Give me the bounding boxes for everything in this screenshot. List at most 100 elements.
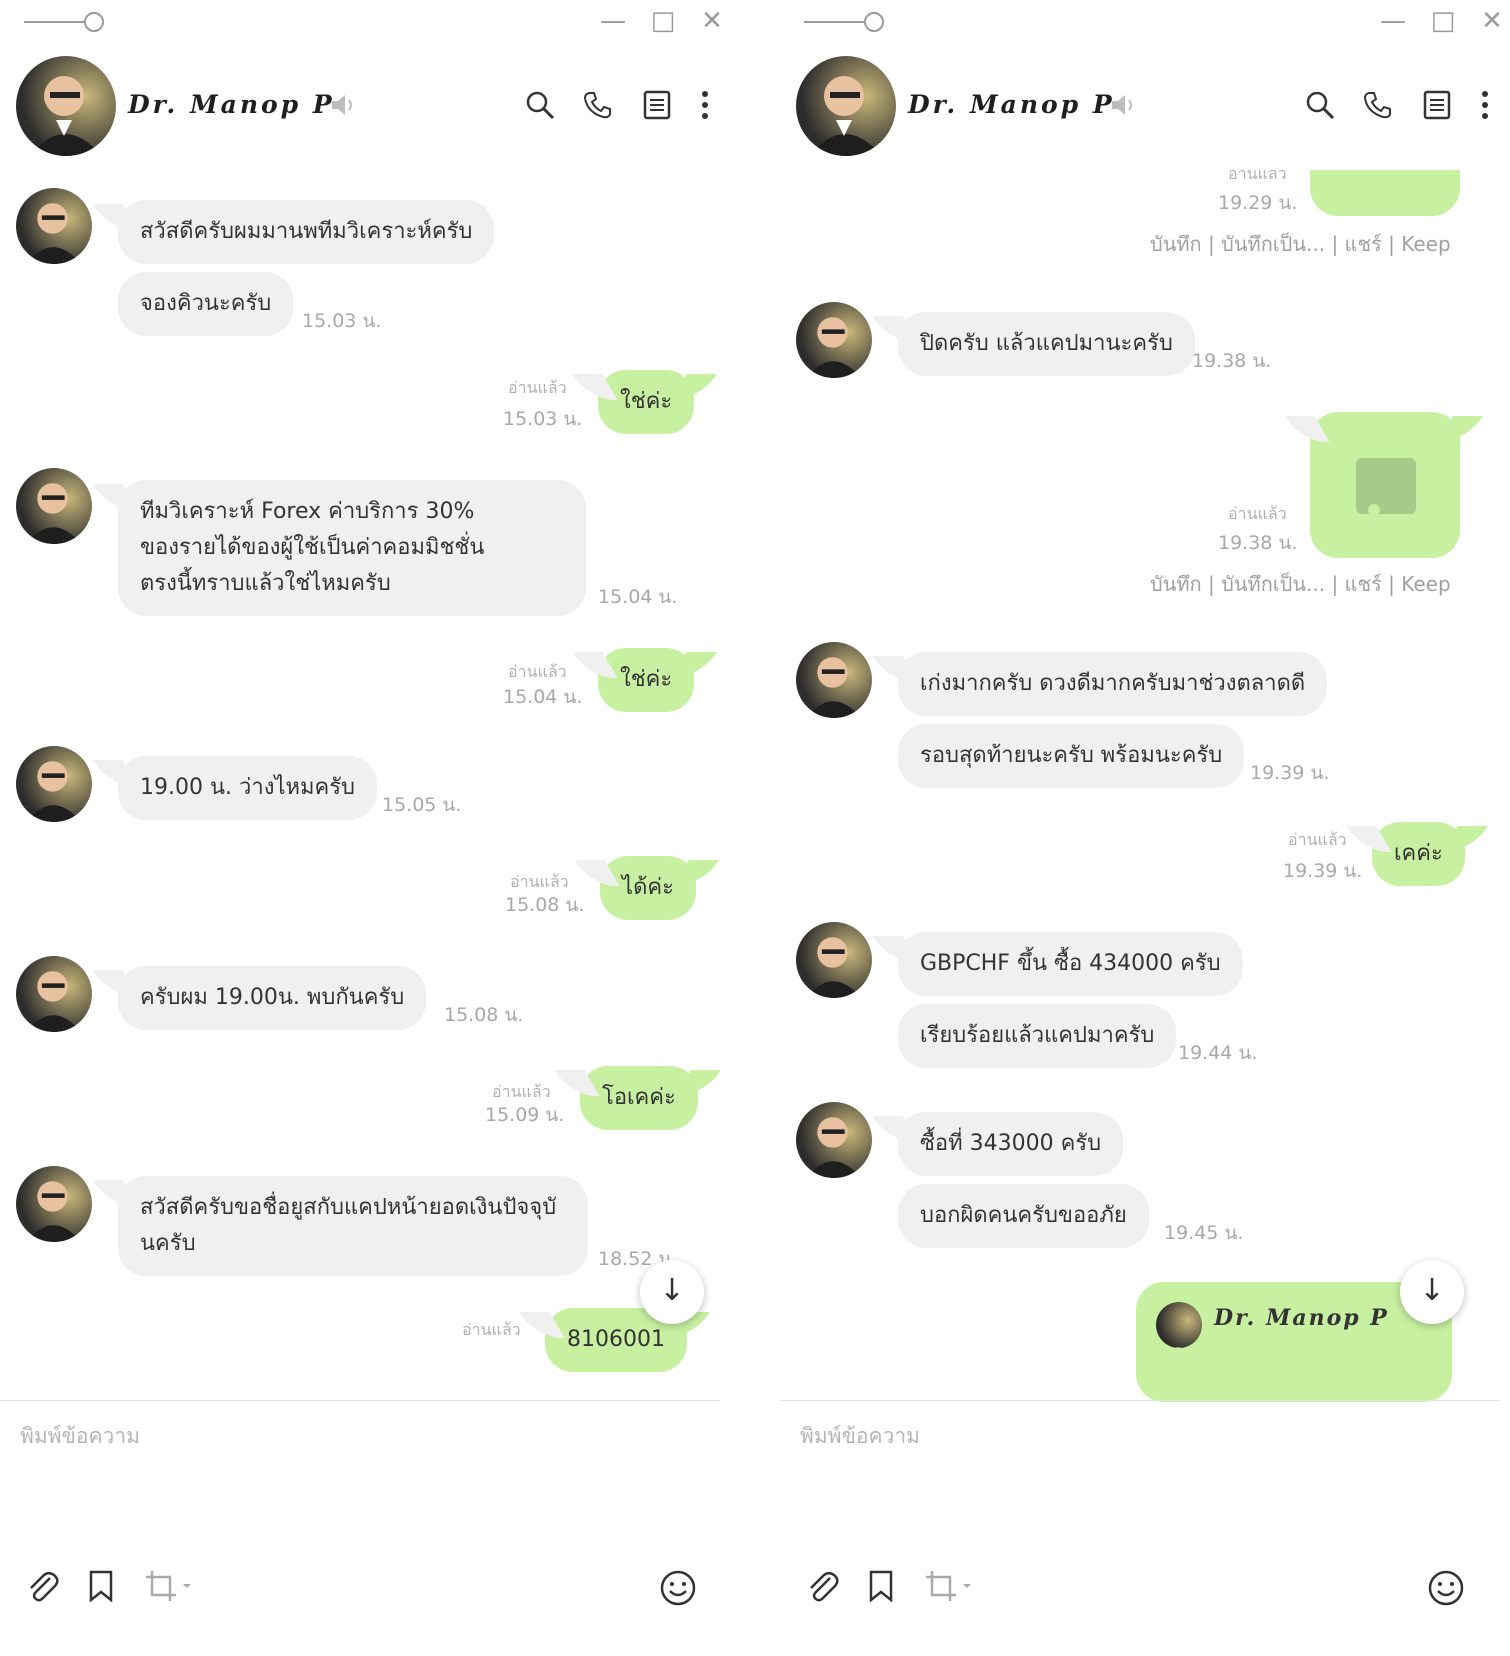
message-bubble-mine[interactable]: ใช่ค่ะ xyxy=(598,370,695,434)
read-receipt: อ่านแล้ว xyxy=(508,378,567,397)
message-bubble-mine[interactable]: ได้ค่ะ xyxy=(600,856,696,920)
message-bubble[interactable]: เก่งมากครับ ดวงดีมากครับมาช่วงตลาดดี xyxy=(898,652,1328,716)
message-bubble[interactable]: ทีมวิเคราะห์ Forex ค่าบริการ 30% ของรายไ… xyxy=(118,480,586,616)
message-input[interactable]: พิมพ์ข้อความ xyxy=(800,1420,920,1453)
sender-avatar[interactable] xyxy=(16,188,92,264)
message-list[interactable]: สวัสดีครับผมมานพทีมวิเคราะห์ครับ จองคิวน… xyxy=(0,170,745,1410)
message-bubble[interactable]: สวัสดีครับขอชื่อยูสกับแคปหน้ายอดเงินปัจจ… xyxy=(118,1176,588,1276)
save-action[interactable]: บันทึก xyxy=(1150,572,1202,596)
message-bubble[interactable]: ซื้อที่ 343000 ครับ xyxy=(898,1112,1124,1176)
bookmark-icon[interactable] xyxy=(868,1570,894,1606)
crop-icon[interactable] xyxy=(925,1570,973,1608)
message-time: 15.08 น. xyxy=(444,1004,524,1026)
maximize-button[interactable]: □ xyxy=(1428,6,1458,36)
message-bubble[interactable]: รอบสุดท้ายนะครับ พร้อมนะครับ xyxy=(898,724,1245,788)
shared-contact-avatar xyxy=(1156,1302,1202,1348)
notes-icon[interactable] xyxy=(1423,90,1451,124)
more-icon[interactable] xyxy=(700,90,710,124)
scroll-to-bottom-button[interactable]: ↓ xyxy=(1400,1260,1464,1324)
emoji-icon[interactable] xyxy=(660,1570,696,1610)
contact-name[interactable]: Dr. Manop P xyxy=(128,90,335,119)
search-icon[interactable] xyxy=(525,90,555,124)
action-separator: | xyxy=(1388,232,1395,256)
message-bubble[interactable]: GBPCHF ขึ้น ซื้อ 434000 ครับ xyxy=(898,932,1243,996)
sender-avatar[interactable] xyxy=(796,922,872,998)
sender-avatar[interactable] xyxy=(796,1102,872,1178)
paperclip-icon[interactable] xyxy=(806,1570,840,1608)
minimize-button[interactable]: — xyxy=(1378,6,1408,36)
sender-avatar[interactable] xyxy=(796,642,872,718)
message-bubble[interactable]: 19.00 น. ว่างไหมครับ xyxy=(118,756,378,820)
emoji-icon[interactable] xyxy=(1428,1570,1464,1610)
message-time: 19.45 น. xyxy=(1164,1222,1244,1244)
message-bubble[interactable]: สวัสดีครับผมมานพทีมวิเคราะห์ครับ xyxy=(118,200,495,264)
save-as-action[interactable]: บันทึกเป็น... xyxy=(1221,572,1325,596)
arrow-down-icon: ↓ xyxy=(1419,1273,1445,1308)
contact-avatar[interactable] xyxy=(16,56,116,156)
read-receipt: อ่านแล้ว xyxy=(1228,504,1287,523)
sender-avatar[interactable] xyxy=(16,468,92,544)
message-time: 15.04 น. xyxy=(503,686,583,708)
save-action[interactable]: บันทึก xyxy=(1150,232,1202,256)
action-separator: | xyxy=(1208,572,1215,596)
opacity-slider-track[interactable] xyxy=(804,21,864,23)
read-receipt: อ่านแล้ว xyxy=(1288,830,1347,849)
action-separator: | xyxy=(1388,572,1395,596)
close-button[interactable]: ✕ xyxy=(1477,6,1507,36)
message-time: 15.05 น. xyxy=(382,794,462,816)
save-as-action[interactable]: บันทึกเป็น... xyxy=(1221,232,1325,256)
message-time: 19.38 น. xyxy=(1218,532,1298,554)
share-action[interactable]: แชร์ xyxy=(1345,572,1382,596)
opacity-slider-knob[interactable] xyxy=(864,12,884,32)
crop-icon[interactable] xyxy=(145,1570,193,1608)
image-message[interactable] xyxy=(1310,412,1460,558)
phone-icon[interactable] xyxy=(1363,90,1393,124)
message-list[interactable]: อ่านแล้ว 19.29 น. บันทึก | บันทึกเป็น...… xyxy=(780,170,1510,1410)
read-receipt: อ่านแล้ว xyxy=(462,1320,521,1339)
message-time: 19.44 น. xyxy=(1178,1042,1258,1064)
message-time: 15.03 น. xyxy=(302,310,382,332)
opacity-slider-track[interactable] xyxy=(24,21,84,23)
mute-icon xyxy=(1110,94,1136,120)
keep-action[interactable]: Keep xyxy=(1401,572,1450,596)
opacity-slider-knob[interactable] xyxy=(84,12,104,32)
message-bubble[interactable]: บอกผิดคนครับขออภัย xyxy=(898,1184,1149,1248)
keep-action[interactable]: Keep xyxy=(1401,232,1450,256)
message-time: 19.29 น. xyxy=(1218,192,1298,214)
paperclip-icon[interactable] xyxy=(26,1570,60,1608)
sender-avatar[interactable] xyxy=(16,956,92,1032)
contact-avatar[interactable] xyxy=(796,56,896,156)
message-time: 15.08 น. xyxy=(505,894,585,916)
message-bubble-mine[interactable]: โอเคค่ะ xyxy=(580,1066,698,1130)
scroll-to-bottom-button[interactable]: ↓ xyxy=(640,1260,704,1324)
input-divider xyxy=(780,1400,1500,1401)
bookmark-icon[interactable] xyxy=(88,1570,114,1606)
message-bubble[interactable]: ปิดครับ แล้วแคปมานะครับ xyxy=(898,312,1195,376)
sender-avatar[interactable] xyxy=(16,746,92,822)
image-message[interactable] xyxy=(1310,170,1460,216)
message-bubble-mine[interactable]: เคค่ะ xyxy=(1372,822,1465,886)
share-action[interactable]: แชร์ xyxy=(1345,232,1382,256)
image-icon xyxy=(1356,458,1416,544)
notes-icon[interactable] xyxy=(643,90,671,124)
chat-window-right: — □ ✕ Dr. Manop P อ่านแล้ว 19.29 น. บันท… xyxy=(780,0,1510,1656)
message-bubble[interactable]: ครับผม 19.00น. พบกันครับ xyxy=(118,966,427,1030)
minimize-button[interactable]: — xyxy=(598,6,628,36)
message-time: 19.39 น. xyxy=(1283,860,1363,882)
action-separator: | xyxy=(1208,232,1215,256)
search-icon[interactable] xyxy=(1305,90,1335,124)
sender-avatar[interactable] xyxy=(16,1166,92,1242)
message-bubble-mine[interactable]: ใช่ค่ะ xyxy=(598,648,695,712)
message-input[interactable]: พิมพ์ข้อความ xyxy=(20,1420,140,1453)
message-bubble[interactable]: จองคิวนะครับ xyxy=(118,272,294,336)
chat-window-left: — □ ✕ Dr. Manop P สวัสดีครับผมมานพทีมวิเ… xyxy=(0,0,745,1656)
more-icon[interactable] xyxy=(1480,90,1490,124)
sender-avatar[interactable] xyxy=(796,302,872,378)
close-button[interactable]: ✕ xyxy=(697,6,727,36)
contact-name[interactable]: Dr. Manop P xyxy=(908,90,1115,119)
message-bubble[interactable]: เรียบร้อยแล้วแคปมาครับ xyxy=(898,1004,1177,1068)
maximize-button[interactable]: □ xyxy=(648,6,678,36)
phone-icon[interactable] xyxy=(583,90,613,124)
mute-icon xyxy=(330,94,356,120)
message-time: 15.04 น. xyxy=(598,586,678,608)
